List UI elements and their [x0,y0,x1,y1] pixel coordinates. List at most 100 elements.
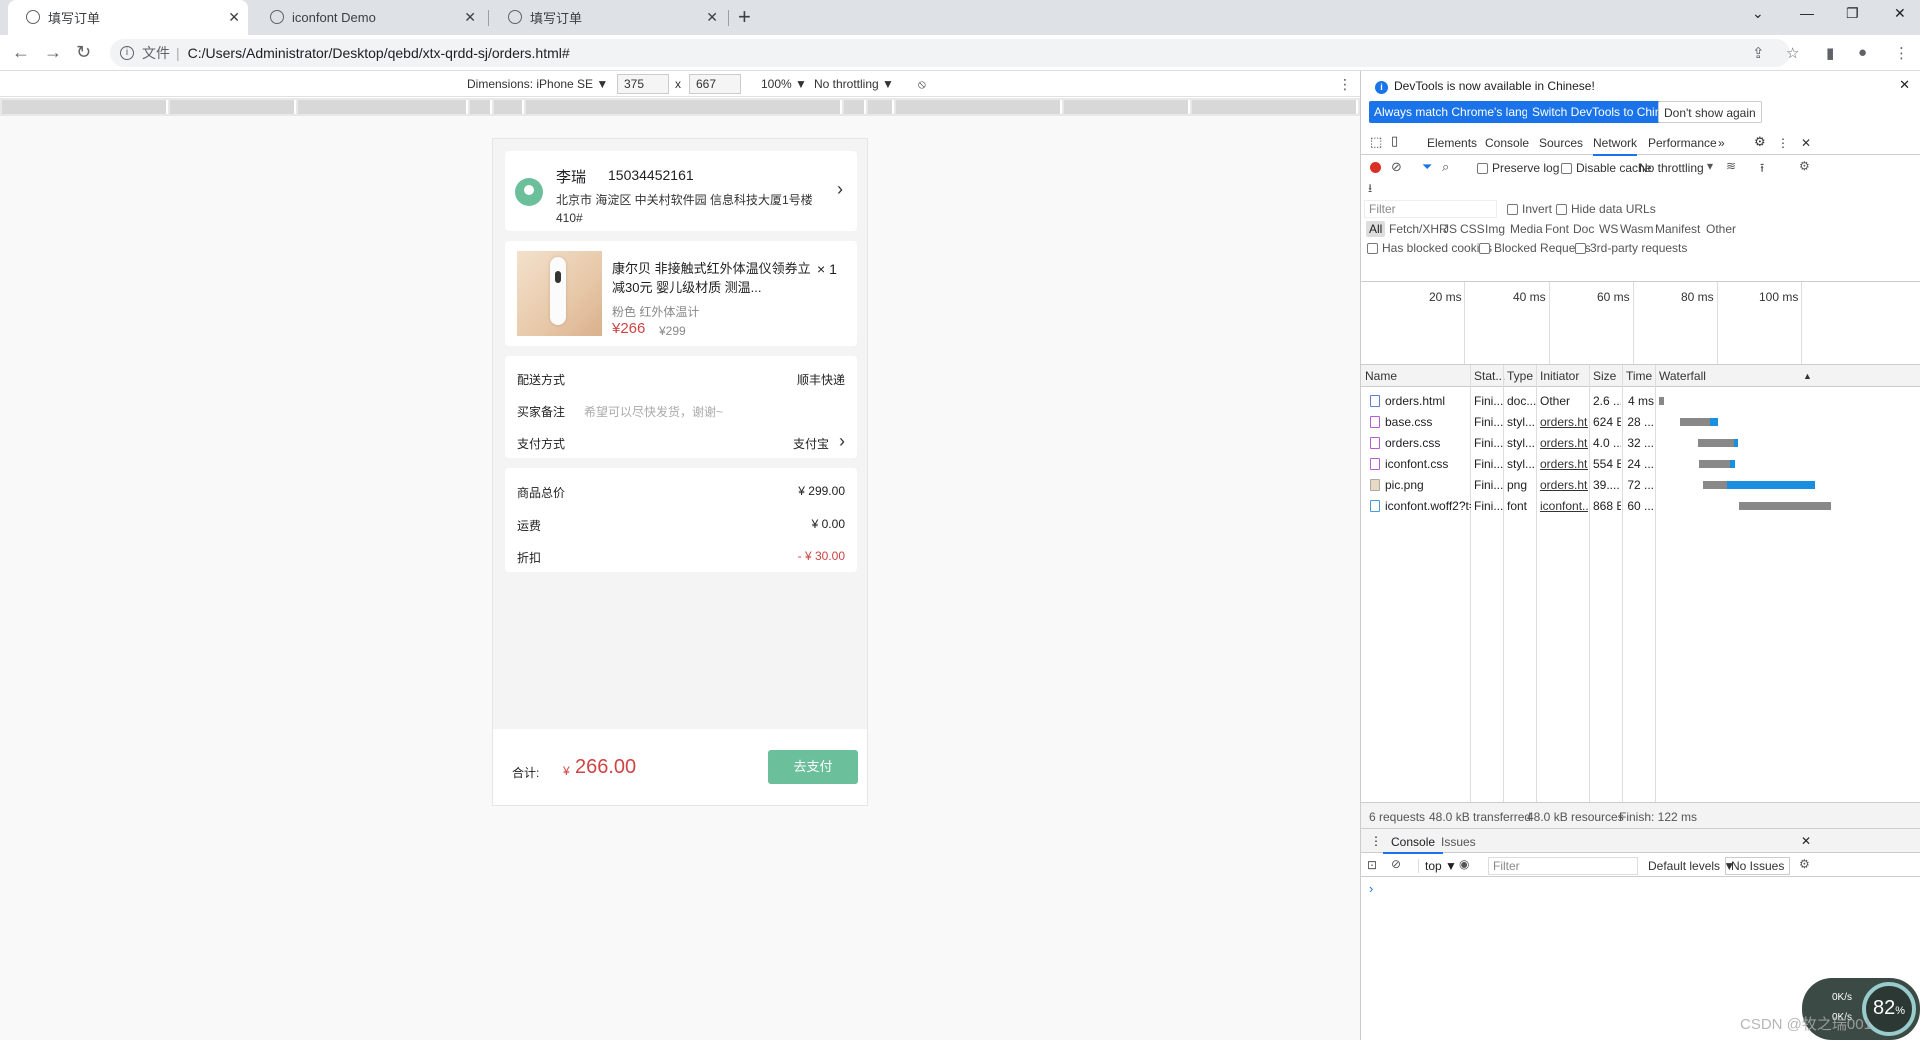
request-row[interactable]: iconfont.woff2?t=...Fini...font iconfont.… [1361,496,1920,517]
col-name[interactable]: Name [1365,369,1397,383]
network-overview-timeline[interactable]: 20 ms 40 ms 60 ms 80 ms 100 ms [1361,281,1920,365]
back-arrow-icon[interactable]: ← [12,42,30,63]
bookmark-star-icon[interactable]: ☆ [1786,44,1799,62]
delivery-row[interactable]: 配送方式 顺丰快递 [517,371,845,388]
filter-type-other[interactable]: Other [1706,222,1736,236]
col-size[interactable]: Size [1593,369,1616,383]
chevron-down-icon[interactable]: ▾ [1707,159,1713,173]
request-initiator[interactable]: orders.ht... [1540,415,1588,429]
download-icon[interactable]: ⭳ [1368,179,1372,200]
gear-icon[interactable]: ⚙ [1799,159,1810,173]
profile-avatar-icon[interactable]: ● [1858,44,1867,61]
throttling-select[interactable]: No throttling ▼ [814,77,894,91]
request-row[interactable]: iconfont.css Fini...styl... orders.ht... 55… [1361,454,1920,475]
disable-cache-checkbox[interactable]: Disable cache [1561,161,1651,175]
browser-tab-orders-2[interactable]: 填写订单 ✕ [490,0,726,35]
search-icon[interactable]: ⌕ [1442,159,1449,175]
filter-funnel-icon[interactable]: ⏷ [1422,159,1432,175]
menu-kebab-icon[interactable]: ⋮ [1777,136,1789,150]
request-row[interactable]: pic.png Fini...png orders.ht... 39.... 72 ..… [1361,475,1920,496]
request-initiator[interactable]: orders.ht... [1540,478,1588,492]
filter-type-css[interactable]: CSS [1460,222,1485,236]
menu-kebab-icon[interactable]: ⋮ [1894,44,1909,62]
tab-sources[interactable]: Sources [1539,136,1583,150]
tab-elements[interactable]: Elements [1427,136,1477,150]
filter-type-manifest[interactable]: Manifest [1655,222,1700,236]
dimensions-select[interactable]: Dimensions: iPhone SE ▼ [467,77,608,91]
request-initiator[interactable]: orders.ht... [1540,436,1588,450]
eye-icon[interactable]: ◉ [1459,857,1469,871]
address-card[interactable]: 李瑞 15034452161 北京市 海淀区 中关村软件园 信息科技大厦1号楼4… [505,151,857,231]
address-bar[interactable]: i 文件 | C:/Users/Administrator/Desktop/qe… [110,39,1790,67]
console-filter-input[interactable]: Filter [1488,857,1638,875]
request-initiator[interactable]: orders.ht... [1540,457,1588,471]
gear-icon[interactable]: ⚙ [1754,134,1766,150]
share-icon[interactable]: ⇪ [1752,44,1765,62]
network-conditions-icon[interactable]: ≋ [1726,159,1736,173]
col-status[interactable]: Stat... [1474,369,1505,383]
chevron-right-icon[interactable]: › [839,431,845,452]
remark-input[interactable]: 希望可以尽快发货，谢谢~ [584,403,723,420]
col-time[interactable]: Time [1626,369,1652,383]
filter-type-media[interactable]: Media [1510,222,1543,236]
device-toolbar-menu-icon[interactable]: ⋮ [1338,76,1352,93]
log-levels-select[interactable]: Default levels ▼ [1648,859,1735,873]
drawer-menu-icon[interactable]: ⋮ [1370,834,1382,848]
pay-button[interactable]: 去支付 [768,750,858,784]
preserve-log-checkbox[interactable]: Preserve log [1477,161,1559,175]
filter-type-font[interactable]: Font [1545,222,1569,236]
tab-search-icon[interactable]: ⌄ [1752,5,1764,22]
clear-icon[interactable]: ⊘ [1391,159,1402,175]
info-icon[interactable]: i [120,46,134,60]
filter-type-wasm[interactable]: Wasm [1620,222,1654,236]
filter-type-doc[interactable]: Doc [1573,222,1594,236]
minimize-button[interactable]: — [1800,5,1814,21]
throttle-select[interactable]: No throttling [1639,161,1704,175]
console-prompt[interactable]: › [1369,881,1373,896]
upload-icon[interactable]: ⭱ [1760,159,1764,180]
browser-tab-orders[interactable]: 填写订单 ✕ [8,0,248,35]
col-waterfall[interactable]: Waterfall [1659,369,1706,383]
window-close-button[interactable]: ✕ [1894,5,1906,22]
filter-type-all[interactable]: All [1366,221,1386,237]
device-toggle-icon[interactable]: ▯ [1391,133,1398,149]
filter-type-js[interactable]: JS [1443,222,1457,236]
width-input[interactable]: 375 [617,74,669,94]
third-party-checkbox[interactable]: 3rd-party requests [1575,241,1687,255]
network-filter-input[interactable]: Filter [1364,200,1497,218]
close-icon[interactable]: ✕ [1801,136,1811,150]
gear-icon[interactable]: ⚙ [1799,857,1810,871]
request-row[interactable]: orders.html Fini... doc... Other 2.6 ... 4 ms [1361,391,1920,412]
col-type[interactable]: Type [1507,369,1533,383]
inspect-icon[interactable]: ⬚ [1370,134,1382,150]
url-text[interactable]: C:/Users/Administrator/Desktop/qebd/xtx-… [188,45,570,61]
request-row[interactable]: orders.css Fini...styl... orders.ht... 4.0 … [1361,433,1920,454]
browser-tab-iconfont[interactable]: iconfont Demo ✕ [252,0,484,35]
request-row[interactable]: base.css Fini...styl... orders.ht... 624 B 2… [1361,412,1920,433]
filter-type-ws[interactable]: WS [1599,222,1618,236]
close-icon[interactable]: ✕ [1899,77,1910,93]
chevron-right-icon[interactable]: › [837,179,843,200]
filter-type-fetch[interactable]: Fetch/XHR [1389,222,1448,236]
tab-console[interactable]: Console [1485,136,1529,150]
drawer-tab-console[interactable]: Console [1383,835,1444,854]
blocked-cookies-checkbox[interactable]: Has blocked cookies [1367,241,1492,255]
forward-arrow-icon[interactable]: → [44,42,62,63]
close-icon[interactable]: ✕ [464,9,476,26]
dont-show-again-button[interactable]: Don't show again [1658,101,1762,123]
invert-checkbox[interactable]: Invert [1507,202,1552,216]
tab-network[interactable]: Network [1593,136,1638,156]
new-tab-button[interactable]: + [738,4,751,30]
blocked-requests-checkbox[interactable]: Blocked Requests [1479,241,1591,255]
issues-button[interactable]: No Issues [1725,857,1791,875]
zoom-select[interactable]: 100% ▼ [761,77,807,91]
height-input[interactable]: 667 [689,74,741,94]
more-tabs-icon[interactable]: » [1718,136,1725,150]
request-initiator[interactable]: iconfont.... [1540,499,1588,513]
context-select[interactable]: top ▼ [1418,859,1457,873]
close-icon[interactable]: ✕ [1801,834,1811,848]
col-initiator[interactable]: Initiator [1540,369,1579,383]
clear-console-icon[interactable]: ⊘ [1391,857,1401,871]
filter-type-img[interactable]: Img [1485,222,1505,236]
side-panel-icon[interactable]: ▮ [1826,44,1834,62]
